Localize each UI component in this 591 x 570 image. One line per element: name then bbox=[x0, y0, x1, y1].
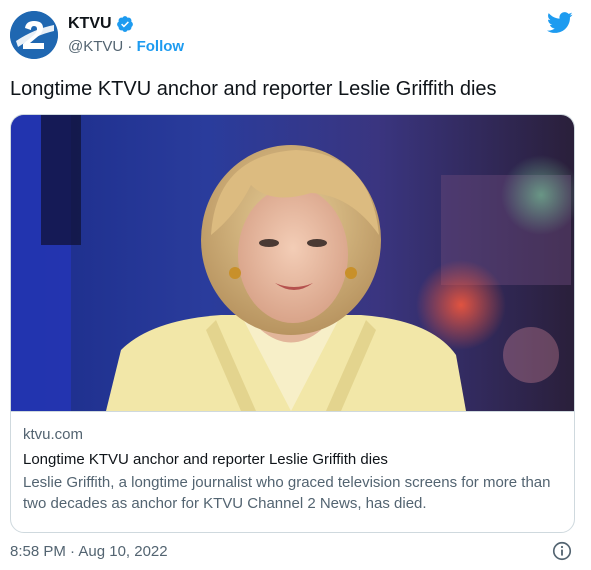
author-name[interactable]: KTVU bbox=[68, 14, 112, 33]
card-domain: ktvu.com bbox=[23, 426, 84, 443]
author-name-row[interactable]: KTVU bbox=[68, 14, 134, 33]
author-avatar[interactable] bbox=[10, 11, 58, 59]
tweet-embed: KTVU @KTVU · Follow Longtime KTVU anchor… bbox=[0, 0, 591, 570]
card-image[interactable] bbox=[11, 115, 574, 411]
tweet-timestamp[interactable]: 8:58 PM · Aug 10, 2022 bbox=[10, 543, 168, 561]
card-body[interactable]: ktvu.com Longtime KTVU anchor and report… bbox=[11, 411, 574, 532]
verified-badge-icon bbox=[116, 15, 133, 32]
ktvu-logo-icon bbox=[10, 11, 58, 59]
follow-button[interactable]: Follow bbox=[137, 38, 185, 55]
card-title: Longtime KTVU anchor and reporter Leslie… bbox=[23, 451, 388, 468]
card-description: Leslie Griffith, a longtime journalist w… bbox=[23, 474, 551, 512]
author-handle[interactable]: @KTVU bbox=[68, 38, 123, 55]
link-preview-card[interactable]: ktvu.com Longtime KTVU anchor and report… bbox=[10, 114, 575, 533]
news-anchor-photo bbox=[11, 115, 574, 411]
twitter-bird-icon[interactable] bbox=[547, 12, 573, 34]
handle-separator: · bbox=[123, 38, 137, 55]
tweet-text: Longtime KTVU anchor and reporter Leslie… bbox=[10, 78, 497, 100]
info-icon[interactable] bbox=[551, 540, 573, 562]
handle-row: @KTVU · Follow bbox=[68, 38, 184, 56]
